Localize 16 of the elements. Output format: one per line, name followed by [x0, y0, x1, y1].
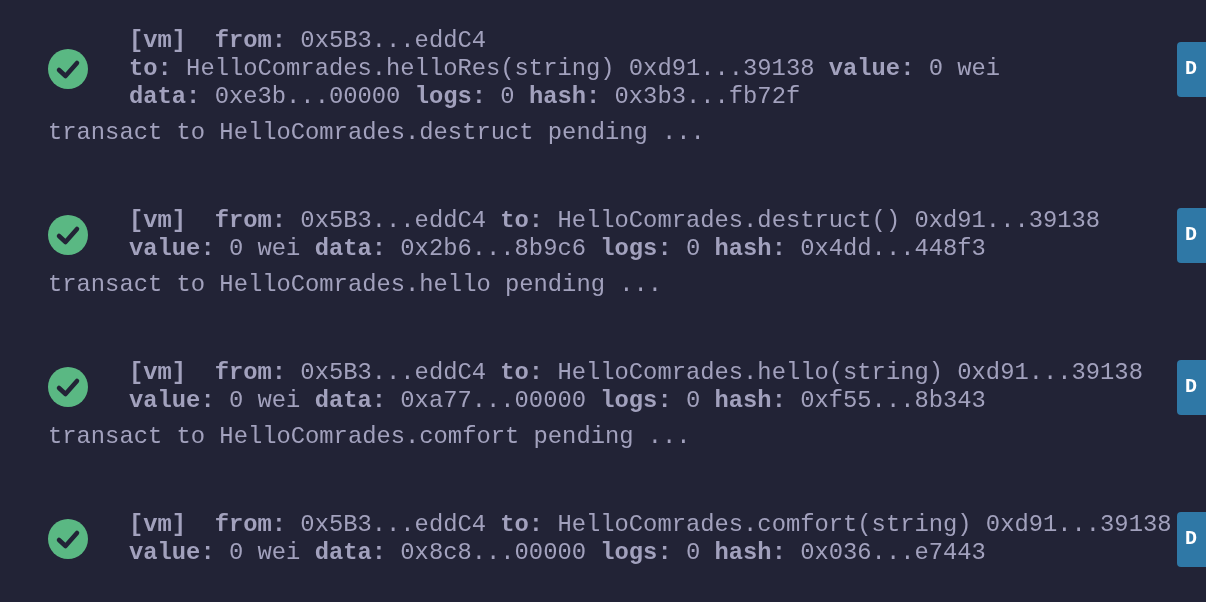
log-line: [vm] from: 0x5B3...eddC4 to: HelloComrades.destruct() 0xd91...39138	[129, 207, 1102, 235]
debug-button[interactable]: D	[1177, 511, 1206, 567]
log-line: value: 0 wei data: 0xa77...00000 logs: 0 hash: 0xf55...8b343	[129, 387, 987, 415]
log-line: to: HelloComrades.helloRes(string) 0xd91...39138 value: 0 wei	[129, 55, 1002, 83]
pending-message: transact to HelloComrades.destruct pending ...	[48, 119, 706, 147]
pending-message: transact to HelloComrades.hello pending ...	[48, 271, 664, 299]
debug-button[interactable]: D	[1177, 41, 1206, 97]
log-line: [vm] from: 0x5B3...eddC4	[129, 27, 488, 55]
pending-message: transact to HelloComrades.comfort pending ...	[48, 423, 692, 451]
debug-button[interactable]: D	[1177, 359, 1206, 415]
log-line: value: 0 wei data: 0x2b6...8b9c6 logs: 0 hash: 0x4dd...448f3	[129, 235, 987, 263]
log-line: [vm] from: 0x5B3...eddC4 to: HelloComrades.comfort(string) 0xd91...39138	[129, 511, 1173, 539]
log-line: value: 0 wei data: 0x8c8...00000 logs: 0 hash: 0x036...e7443	[129, 539, 987, 567]
log-line: [vm] from: 0x5B3...eddC4 to: HelloComrades.hello(string) 0xd91...39138	[129, 359, 1144, 387]
debug-button[interactable]: D	[1177, 207, 1206, 263]
log-line: data: 0xe3b...00000 logs: 0 hash: 0x3b3...fb72f	[129, 83, 802, 111]
